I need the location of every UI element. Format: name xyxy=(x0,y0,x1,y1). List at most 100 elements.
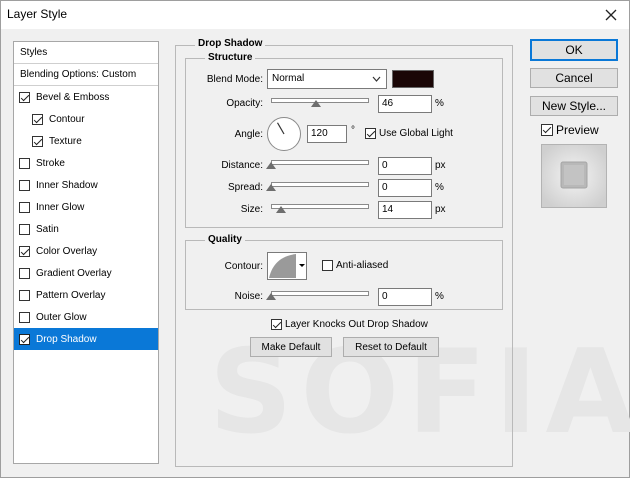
blend-mode-select[interactable]: Normal xyxy=(267,69,387,89)
sidebar-item-gradient-overlay[interactable]: Gradient Overlay xyxy=(14,262,158,284)
sidebar-item-label: Gradient Overlay xyxy=(36,267,112,279)
preview-label: Preview xyxy=(556,123,599,137)
sidebar-checkbox[interactable] xyxy=(19,245,30,257)
sidebar-checkbox[interactable] xyxy=(19,179,30,191)
distance-slider-thumb[interactable] xyxy=(266,162,276,169)
preview-swatch-icon xyxy=(542,145,606,207)
sidebar-item-label: Satin xyxy=(36,223,59,235)
close-button[interactable] xyxy=(593,1,629,29)
noise-unit: % xyxy=(435,291,444,302)
blend-mode-label: Blend Mode: xyxy=(206,74,263,85)
angle-dial-icon xyxy=(276,122,285,135)
contour-picker[interactable] xyxy=(267,252,307,280)
sidebar-checkbox[interactable] xyxy=(19,311,30,323)
use-global-light-checkbox[interactable]: Use Global Light xyxy=(365,128,453,139)
noise-slider[interactable] xyxy=(271,291,369,296)
layer-knocks-out-check[interactable] xyxy=(271,319,282,330)
sidebar-item-satin[interactable]: Satin xyxy=(14,218,158,240)
reset-to-default-button[interactable]: Reset to Default xyxy=(343,337,439,357)
sidebar-item-bevel-emboss[interactable]: Bevel & Emboss xyxy=(14,86,158,108)
structure-title: Structure xyxy=(205,52,256,63)
sidebar-item-label: Contour xyxy=(49,113,85,125)
cancel-button[interactable]: Cancel xyxy=(530,68,618,88)
sidebar-item-label: Outer Glow xyxy=(36,311,87,323)
use-global-light-check[interactable] xyxy=(365,128,376,139)
sidebar-item-styles[interactable]: Styles xyxy=(14,42,158,64)
sidebar-item-label: Drop Shadow xyxy=(36,333,97,345)
contour-curve-icon xyxy=(269,254,305,278)
sidebar-item-label: Styles xyxy=(20,47,48,58)
anti-aliased-check[interactable] xyxy=(322,260,333,271)
sidebar-checkbox[interactable] xyxy=(19,289,30,301)
noise-label: Noise: xyxy=(234,291,263,302)
sidebar-item-blending-options-custom[interactable]: Blending Options: Custom xyxy=(14,64,158,86)
spread-label: Spread: xyxy=(227,182,263,193)
window-title: Layer Style xyxy=(7,7,68,21)
layer-knocks-out-checkbox[interactable]: Layer Knocks Out Drop Shadow xyxy=(271,319,428,330)
styles-sidebar: Styles Blending Options: Custom Bevel & Em… xyxy=(13,41,159,464)
sidebar-item-label: Pattern Overlay xyxy=(36,289,106,301)
anti-aliased-checkbox[interactable]: Anti-aliased xyxy=(322,260,388,271)
preview-checkbox[interactable]: Preview xyxy=(541,123,599,137)
anti-aliased-label: Anti-aliased xyxy=(336,260,389,271)
chevron-down-icon xyxy=(372,76,381,82)
sidebar-item-label: Blending Options: Custom xyxy=(20,69,137,80)
sidebar-checkbox[interactable] xyxy=(19,91,30,103)
angle-label: Angle: xyxy=(234,129,263,140)
sidebar-item-texture[interactable]: Texture xyxy=(14,130,158,152)
sidebar-checkbox[interactable] xyxy=(19,201,30,213)
sidebar-item-label: Inner Glow xyxy=(36,201,85,213)
noise-slider-thumb[interactable] xyxy=(266,293,276,300)
spread-input[interactable]: 0 xyxy=(378,179,432,197)
new-style-button[interactable]: New Style... xyxy=(530,96,618,116)
sidebar-checkbox[interactable] xyxy=(19,223,30,235)
size-input[interactable]: 14 xyxy=(378,201,432,219)
opacity-unit: % xyxy=(435,98,444,109)
distance-input[interactable]: 0 xyxy=(378,157,432,175)
sidebar-item-label: Inner Shadow xyxy=(36,179,98,191)
sidebar-checkbox[interactable] xyxy=(19,267,30,279)
opacity-input[interactable]: 46 xyxy=(378,95,432,113)
angle-dial[interactable] xyxy=(267,117,301,151)
make-default-button[interactable]: Make Default xyxy=(250,337,332,357)
shadow-color-swatch[interactable] xyxy=(392,70,434,88)
sidebar-checkbox[interactable] xyxy=(32,135,43,147)
sidebar-item-inner-glow[interactable]: Inner Glow xyxy=(14,196,158,218)
spread-slider-thumb[interactable] xyxy=(266,184,276,191)
opacity-slider-thumb[interactable] xyxy=(311,100,322,107)
sidebar-checkbox[interactable] xyxy=(32,113,43,125)
sidebar-item-pattern-overlay[interactable]: Pattern Overlay xyxy=(14,284,158,306)
spread-slider[interactable] xyxy=(271,182,369,187)
distance-unit: px xyxy=(435,160,446,171)
preview-check[interactable] xyxy=(541,124,553,136)
sidebar-checkbox[interactable] xyxy=(19,333,30,345)
size-label: Size: xyxy=(240,204,263,215)
sidebar-item-drop-shadow[interactable]: Drop Shadow xyxy=(14,328,158,350)
opacity-label: Opacity: xyxy=(226,98,263,109)
sidebar-item-inner-shadow[interactable]: Inner Shadow xyxy=(14,174,158,196)
drop-shadow-title: Drop Shadow xyxy=(195,38,266,49)
close-icon xyxy=(605,9,617,21)
title-bar: Layer Style xyxy=(1,1,629,29)
angle-input[interactable]: 120 xyxy=(307,125,347,143)
sidebar-item-label: Texture xyxy=(49,135,82,147)
style-preview-thumbnail xyxy=(541,144,607,208)
distance-slider[interactable] xyxy=(271,160,369,165)
angle-unit: ° xyxy=(351,125,355,136)
sidebar-item-label: Stroke xyxy=(36,157,65,169)
layer-knocks-out-label: Layer Knocks Out Drop Shadow xyxy=(285,319,428,330)
size-slider-thumb[interactable] xyxy=(275,206,286,213)
quality-title: Quality xyxy=(205,234,245,245)
distance-label: Distance: xyxy=(221,160,263,171)
sidebar-item-stroke[interactable]: Stroke xyxy=(14,152,158,174)
noise-input[interactable]: 0 xyxy=(378,288,432,306)
use-global-light-label: Use Global Light xyxy=(379,128,453,139)
size-unit: px xyxy=(435,204,446,215)
spread-unit: % xyxy=(435,182,444,193)
sidebar-checkbox[interactable] xyxy=(19,157,30,169)
sidebar-item-contour[interactable]: Contour xyxy=(14,108,158,130)
sidebar-item-color-overlay[interactable]: Color Overlay xyxy=(14,240,158,262)
sidebar-item-label: Bevel & Emboss xyxy=(36,91,110,103)
sidebar-item-outer-glow[interactable]: Outer Glow xyxy=(14,306,158,328)
ok-button[interactable]: OK xyxy=(530,39,618,61)
